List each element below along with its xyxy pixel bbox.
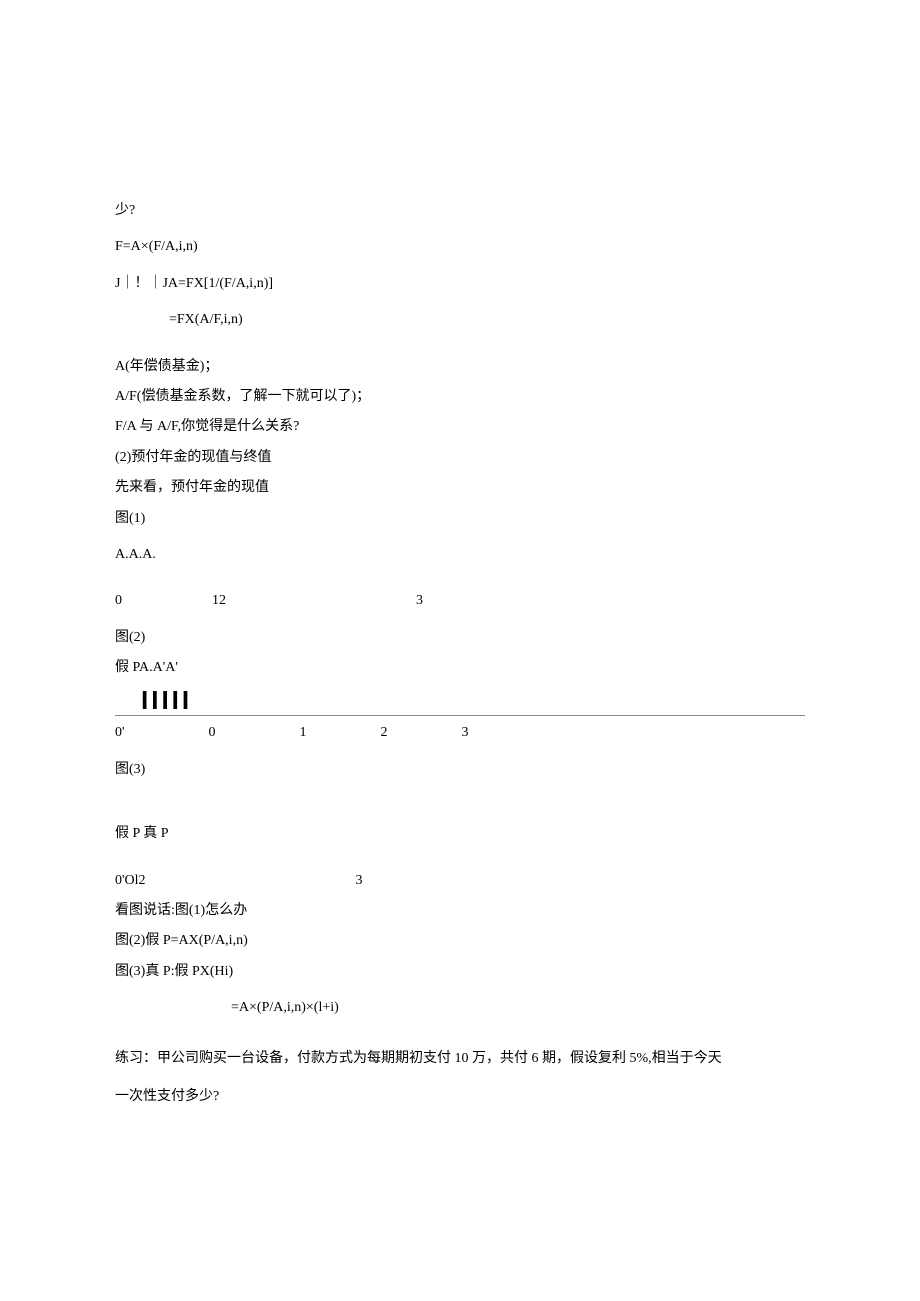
text-line: 图(3) bbox=[115, 759, 805, 781]
num-cell: 0 bbox=[209, 722, 216, 744]
num-cell: 3 bbox=[416, 590, 423, 612]
text-line: A/F(偿债基金系数，了解一下就可以了)； bbox=[115, 386, 805, 408]
text-line: 图(1) bbox=[115, 508, 805, 530]
text-line: =FX(A/F,i,n) bbox=[115, 309, 805, 331]
num-cell: 12 bbox=[212, 590, 226, 612]
text-line: 少? bbox=[115, 200, 805, 222]
text-line: 一次性支付多少? bbox=[115, 1082, 805, 1113]
text-line: 先来看，预付年金的现值 bbox=[115, 477, 805, 499]
num-cell: 3 bbox=[356, 870, 363, 892]
num-cell: 0' bbox=[115, 722, 125, 744]
text-line: A(年偿债基金)； bbox=[115, 356, 805, 378]
text-line: F=A×(F/A,i,n) bbox=[115, 236, 805, 258]
number-row: 0'Ol2 3 bbox=[115, 870, 805, 892]
number-row: 0 12 3 bbox=[115, 590, 805, 612]
text-line: 图(2) bbox=[115, 627, 805, 649]
text-line: J｜！｜JA=FX[1/(F/A,i,n)] bbox=[115, 273, 805, 295]
number-row: 0' 0 1 2 3 bbox=[115, 722, 805, 744]
num-cell: 0 bbox=[115, 590, 122, 612]
document-body: 少? F=A×(F/A,i,n) J｜！｜JA=FX[1/(F/A,i,n)] … bbox=[115, 200, 805, 1113]
num-cell: 1 bbox=[300, 722, 307, 744]
text-line: (2)预付年金的现值与终值 bbox=[115, 447, 805, 469]
tally-marks: IIIII bbox=[115, 687, 805, 713]
text-line: 假 PA.A'A' bbox=[115, 657, 805, 679]
text-line: 图(2)假 P=AX(P/A,i,n) bbox=[115, 930, 805, 952]
num-cell: 3 bbox=[462, 722, 469, 744]
text-line: 假 P 真 P bbox=[115, 823, 805, 845]
num-cell: 2 bbox=[381, 722, 388, 744]
num-cell: 0'Ol2 bbox=[115, 870, 146, 892]
text-line: F/A 与 A/F,你觉得是什么关系? bbox=[115, 416, 805, 438]
text-line: 看图说话:图(1)怎么办 bbox=[115, 900, 805, 922]
text-line: 练习：甲公司购买一台设备，付款方式为每期期初支付 10 万，共付 6 期，假设复… bbox=[115, 1044, 805, 1075]
horizontal-rule bbox=[115, 715, 805, 716]
text-line: A.A.A. bbox=[115, 544, 805, 566]
text-line: =A×(P/A,i,n)×(l+i) bbox=[115, 997, 805, 1019]
text-line: 图(3)真 P:假 PX(Hi) bbox=[115, 961, 805, 983]
